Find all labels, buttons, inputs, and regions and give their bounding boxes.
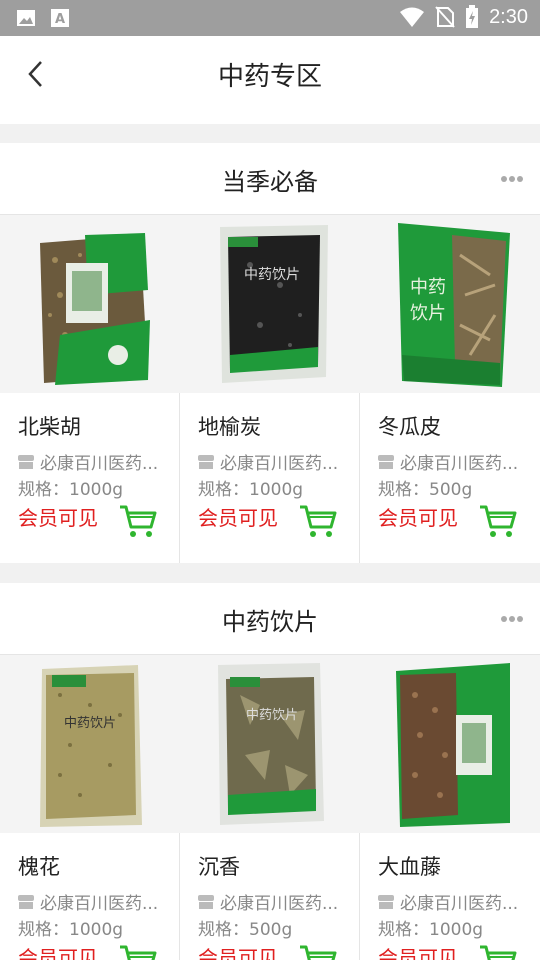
store-icon: [198, 894, 214, 909]
shop-name: 必康百川医药...: [40, 894, 159, 914]
svg-text:饮片: 饮片: [410, 303, 446, 324]
product-price: 会员可见: [198, 506, 278, 530]
product-card[interactable]: 大血藤 必康百川医药... 规格：1000g 会员可见: [360, 655, 540, 960]
product-spec: 规格：500g: [198, 920, 293, 940]
store-icon: [18, 454, 34, 469]
product-price: 会员可见: [378, 946, 458, 960]
product-name: 沉香: [198, 855, 240, 879]
svg-text:中药: 中药: [410, 277, 446, 298]
product-card[interactable]: 中药饮片 槐花 必康百川医药... 规格：1000g 会员可见: [0, 655, 180, 960]
product-spec: 规格：1000g: [18, 480, 124, 500]
product-image: 中药饮片: [180, 655, 360, 833]
cart-icon[interactable]: [478, 943, 518, 960]
section-title: 当季必备: [222, 168, 318, 196]
cart-icon[interactable]: [118, 503, 158, 539]
product-shop: 必康百川医药...: [18, 449, 158, 474]
wifi-icon: [400, 7, 425, 27]
product-name: 冬瓜皮: [378, 415, 441, 439]
product-name: 槐花: [18, 855, 60, 879]
svg-text:中药饮片: 中药饮片: [246, 708, 298, 723]
product-card[interactable]: 北柴胡 必康百川医药... 规格：1000g 会员可见: [0, 215, 180, 563]
store-icon: [198, 454, 214, 469]
section-header: 当季必备: [0, 143, 540, 215]
svg-text:A: A: [55, 12, 65, 27]
product-price: 会员可见: [198, 946, 278, 960]
section-decoction: 中药饮片 中药饮片 槐花 必康百川医药... 规格：1000g 会员可见 中药饮…: [0, 583, 540, 960]
product-spec: 规格：1000g: [198, 480, 304, 500]
more-icon[interactable]: [500, 615, 524, 623]
product-image: 中药饮片: [180, 215, 360, 393]
store-icon: [378, 454, 394, 469]
product-shop: 必康百川医药...: [378, 449, 518, 474]
store-icon: [378, 894, 394, 909]
product-price: 会员可见: [18, 946, 98, 960]
image-icon: [17, 10, 35, 26]
product-shop: 必康百川医药...: [18, 889, 158, 914]
product-price: 会员可见: [378, 506, 458, 530]
shop-name: 必康百川医药...: [220, 894, 339, 914]
status-time: 2:30: [489, 5, 528, 28]
product-image: [360, 655, 540, 833]
product-spec: 规格：1000g: [378, 920, 484, 940]
title-bar: 中药专区: [0, 36, 540, 124]
store-icon: [18, 894, 34, 909]
product-name: 大血藤: [378, 855, 441, 879]
shop-name: 必康百川医药...: [400, 454, 519, 474]
product-shop: 必康百川医药...: [198, 889, 338, 914]
cart-icon[interactable]: [478, 503, 518, 539]
product-name: 北柴胡: [18, 415, 81, 439]
svg-text:中药饮片: 中药饮片: [64, 716, 116, 731]
section-seasonal: 当季必备 北柴胡 必康百川医药... 规格：1000g 会员可见 中药饮片 地榆…: [0, 143, 540, 563]
battery-icon: [466, 5, 479, 28]
more-icon[interactable]: [500, 175, 524, 183]
cart-icon[interactable]: [298, 943, 338, 960]
page-title: 中药专区: [217, 62, 322, 92]
section-header: 中药饮片: [0, 583, 540, 655]
product-shop: 必康百川医药...: [378, 889, 518, 914]
no-sim-icon: [435, 6, 455, 28]
cart-icon[interactable]: [118, 943, 158, 960]
product-name: 地榆炭: [198, 415, 261, 439]
product-shop: 必康百川医药...: [198, 449, 338, 474]
svg-text:中药饮片: 中药饮片: [244, 267, 300, 283]
status-bar: A 2:30: [0, 0, 540, 36]
product-card[interactable]: 中药饮片 地榆炭 必康百川医药... 规格：1000g 会员可见: [180, 215, 360, 563]
product-image: [0, 215, 180, 393]
shop-name: 必康百川医药...: [40, 454, 159, 474]
section-title: 中药饮片: [222, 608, 318, 636]
product-card[interactable]: 中药饮片 沉香 必康百川医药... 规格：500g 会员可见: [180, 655, 360, 960]
cart-icon[interactable]: [298, 503, 338, 539]
product-spec: 规格：500g: [378, 480, 473, 500]
product-image: 中药 饮片: [360, 215, 540, 393]
product-image: 中药饮片: [0, 655, 180, 833]
shop-name: 必康百川医药...: [220, 454, 339, 474]
product-card[interactable]: 中药 饮片 冬瓜皮 必康百川医药... 规格：500g 会员可见: [360, 215, 540, 563]
a-icon: A: [51, 9, 69, 27]
shop-name: 必康百川医药...: [400, 894, 519, 914]
product-price: 会员可见: [18, 506, 98, 530]
product-spec: 规格：1000g: [18, 920, 124, 940]
